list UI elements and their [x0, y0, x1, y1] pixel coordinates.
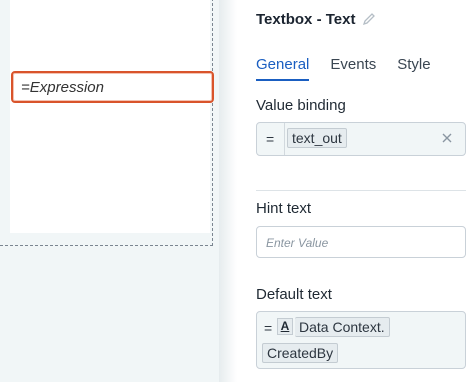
section-divider: [256, 190, 466, 191]
property-tabs: General Events Style: [256, 56, 452, 81]
text-type-icon: A: [277, 318, 293, 335]
tab-style[interactable]: Style: [397, 56, 430, 81]
properties-panel: Textbox - Text General Events Style Valu…: [237, 0, 474, 382]
panel-divider: [219, 0, 237, 382]
data-context-chip[interactable]: Data Context.: [295, 317, 390, 337]
expression-prefix: =: [266, 131, 275, 147]
default-text-label: Default text: [256, 286, 332, 303]
value-binding-field[interactable]: = text_out: [256, 122, 466, 156]
pencil-icon[interactable]: [362, 12, 376, 26]
created-by-chip[interactable]: CreatedBy: [262, 343, 339, 363]
prefix-separator: [284, 123, 285, 155]
default-text-field[interactable]: = A Data Context. CreatedBy: [256, 311, 466, 369]
close-icon[interactable]: [441, 132, 453, 144]
tab-events[interactable]: Events: [330, 56, 376, 81]
hint-text-label: Hint text: [256, 200, 312, 217]
selected-textbox[interactable]: =Expression: [11, 71, 214, 103]
expression-prefix: =: [264, 320, 273, 336]
hint-text-input[interactable]: Enter Value: [256, 226, 466, 258]
binding-chip[interactable]: text_out: [287, 128, 347, 148]
design-canvas: =Expression: [0, 0, 219, 382]
tab-general[interactable]: General: [256, 56, 310, 81]
value-binding-label: Value binding: [256, 97, 346, 114]
hint-text-placeholder: Enter Value: [266, 236, 329, 250]
expression-text: =Expression: [21, 79, 104, 96]
panel-title: Textbox - Text: [256, 11, 356, 28]
form-frame-border: [0, 0, 213, 246]
